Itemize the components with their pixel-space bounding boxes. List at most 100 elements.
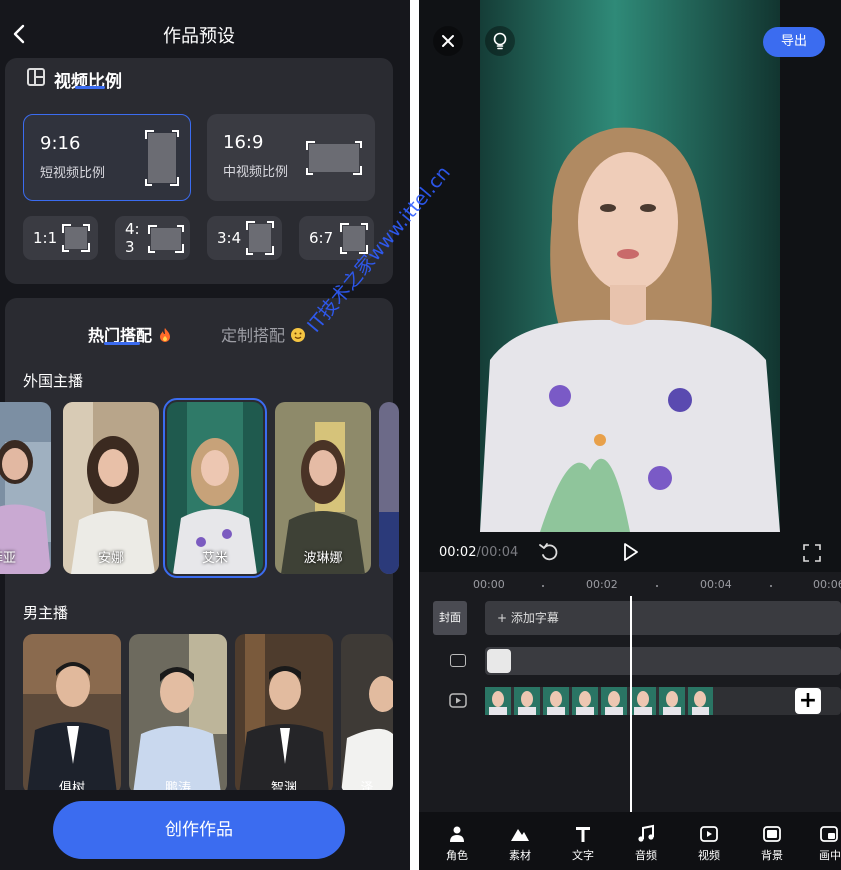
ruler-label: 00:04 xyxy=(700,578,732,591)
avatar-image xyxy=(235,634,333,794)
group-label-male: 男主播 xyxy=(23,604,69,622)
export-button[interactable]: 导出 xyxy=(763,27,825,57)
ratio-desc: 中视频比例 xyxy=(223,165,289,180)
tool-label: 角色 xyxy=(446,849,468,862)
music-note-icon xyxy=(638,824,654,842)
avatar-card[interactable]: 波琳娜 xyxy=(275,402,371,574)
preview-frame-image xyxy=(480,0,780,532)
preview-video[interactable] xyxy=(480,0,780,532)
preset-panel: 作品预设 视频比例 9:16 短视频比例 16:9 中视频比例 1:1 4: 3… xyxy=(0,0,410,870)
play-icon[interactable] xyxy=(619,541,641,563)
close-button[interactable] xyxy=(433,26,463,56)
ratio-value: 3:4 xyxy=(217,229,242,247)
playhead[interactable] xyxy=(630,596,632,812)
total-time: /00:04 xyxy=(476,545,519,560)
tool-label: 背景 xyxy=(761,849,783,862)
avatar-name: 菲亚 xyxy=(0,551,16,566)
cover-button[interactable]: 封面 xyxy=(433,601,467,635)
avatar-image xyxy=(379,402,399,574)
tool-label: 音频 xyxy=(635,849,657,862)
portrait-frame-icon xyxy=(145,130,179,186)
ratio-card: 视频比例 9:16 短视频比例 16:9 中视频比例 1:1 4: 3 3:4 … xyxy=(5,58,393,284)
background-track[interactable] xyxy=(485,647,841,675)
tab-custom[interactable]: 定制搭配 xyxy=(221,322,306,346)
smile-icon xyxy=(291,328,306,342)
tool-label: 文字 xyxy=(572,849,594,862)
header: 作品预设 xyxy=(0,0,410,66)
video-clip-thumbnails xyxy=(485,687,713,715)
avatar-card[interactable]: 泽 xyxy=(341,634,393,794)
ratio-value: 9:16 xyxy=(40,133,81,154)
tool-pip[interactable]: 画中 xyxy=(813,812,841,870)
person-icon xyxy=(450,826,464,842)
ratio-option-4-3[interactable]: 4: 3 xyxy=(115,216,190,260)
mountain-icon xyxy=(511,829,529,841)
portrait-frame-icon xyxy=(246,221,274,255)
fullscreen-icon[interactable] xyxy=(803,544,821,562)
background-track-icon xyxy=(450,654,466,667)
avatar-image xyxy=(129,634,227,794)
picture-in-picture-icon xyxy=(820,826,838,842)
ruler-dot xyxy=(542,585,544,587)
background-icon xyxy=(763,826,781,842)
ruler-label: 00:06 xyxy=(813,578,841,591)
add-clip-button[interactable]: + xyxy=(795,688,821,714)
current-time: 00:02 xyxy=(439,545,477,560)
avatar-image xyxy=(23,634,121,794)
ratio-option-16-9[interactable]: 16:9 中视频比例 xyxy=(207,114,375,201)
tool-text[interactable]: 文字 xyxy=(561,812,605,870)
close-icon xyxy=(442,35,454,47)
ruler-dot xyxy=(770,585,772,587)
group-label-foreign: 外国主播 xyxy=(23,372,84,390)
tool-background[interactable]: 背景 xyxy=(750,812,794,870)
tool-audio[interactable]: 音频 xyxy=(624,812,668,870)
tool-label: 画中 xyxy=(819,849,841,862)
fire-icon xyxy=(159,328,170,342)
avatar-card[interactable] xyxy=(379,402,399,574)
tips-button[interactable] xyxy=(485,26,515,56)
tab-underline xyxy=(104,342,140,345)
avatar-card[interactable]: 安娜 xyxy=(63,402,159,574)
panel-divider xyxy=(410,0,419,870)
avatar-name: 安娜 xyxy=(97,551,124,566)
bottom-toolbar: 角色 素材 文字 音频 视频 背景 画中 xyxy=(419,812,841,870)
lightbulb-icon xyxy=(493,32,507,50)
video-track-icon xyxy=(449,693,467,708)
avatar-name: 艾米 xyxy=(201,551,228,566)
ruler-dot xyxy=(656,585,658,587)
ratio-desc: 短视频比例 xyxy=(40,166,106,181)
timeline: 00:00 00:02 00:04 00:06 封面 + 添加字幕 xyxy=(419,572,841,812)
ratio-option-3-4[interactable]: 3:4 xyxy=(207,216,282,260)
tool-material[interactable]: 素材 xyxy=(498,812,542,870)
ratio-option-1-1[interactable]: 1:1 xyxy=(23,216,98,260)
ruler-label: 00:00 xyxy=(473,578,505,591)
tool-label: 素材 xyxy=(509,849,531,862)
ratio-value: 16:9 xyxy=(223,132,264,153)
video-track[interactable] xyxy=(485,687,841,715)
background-thumb xyxy=(487,649,511,673)
video-icon xyxy=(700,826,718,842)
page-title: 作品预设 xyxy=(163,26,235,47)
text-icon xyxy=(576,827,590,842)
avatar-card[interactable]: 智渊 xyxy=(235,634,333,794)
section-title-underline xyxy=(75,86,105,89)
template-card: 热门搭配 定制搭配 外国主播 菲亚 xyxy=(0,298,399,870)
ruler-label: 00:02 xyxy=(586,578,618,591)
add-subtitle-track[interactable]: + 添加字幕 xyxy=(485,601,841,635)
bottom-bar: 创作作品 xyxy=(0,790,410,870)
avatar-card[interactable]: 菲亚 xyxy=(0,402,51,574)
time-display: 00:02/00:04 xyxy=(439,545,518,560)
tool-role[interactable]: 角色 xyxy=(435,812,479,870)
avatar-card[interactable]: 鹏涛 xyxy=(129,634,227,794)
create-work-button[interactable]: 创作作品 xyxy=(53,801,345,859)
ratio-option-9-16[interactable]: 9:16 短视频比例 xyxy=(23,114,191,201)
avatar-card-selected[interactable]: 艾米 xyxy=(163,398,267,578)
tab-label: 定制搭配 xyxy=(221,326,286,345)
layout-icon xyxy=(27,68,45,86)
video-preview: 导出 00:02/00:04 xyxy=(419,0,841,572)
undo-icon[interactable] xyxy=(537,540,561,564)
landscape-frame-icon xyxy=(148,225,184,253)
tool-video[interactable]: 视频 xyxy=(687,812,731,870)
avatar-card[interactable]: 俱树 xyxy=(23,634,121,794)
avatar-image xyxy=(341,634,393,794)
